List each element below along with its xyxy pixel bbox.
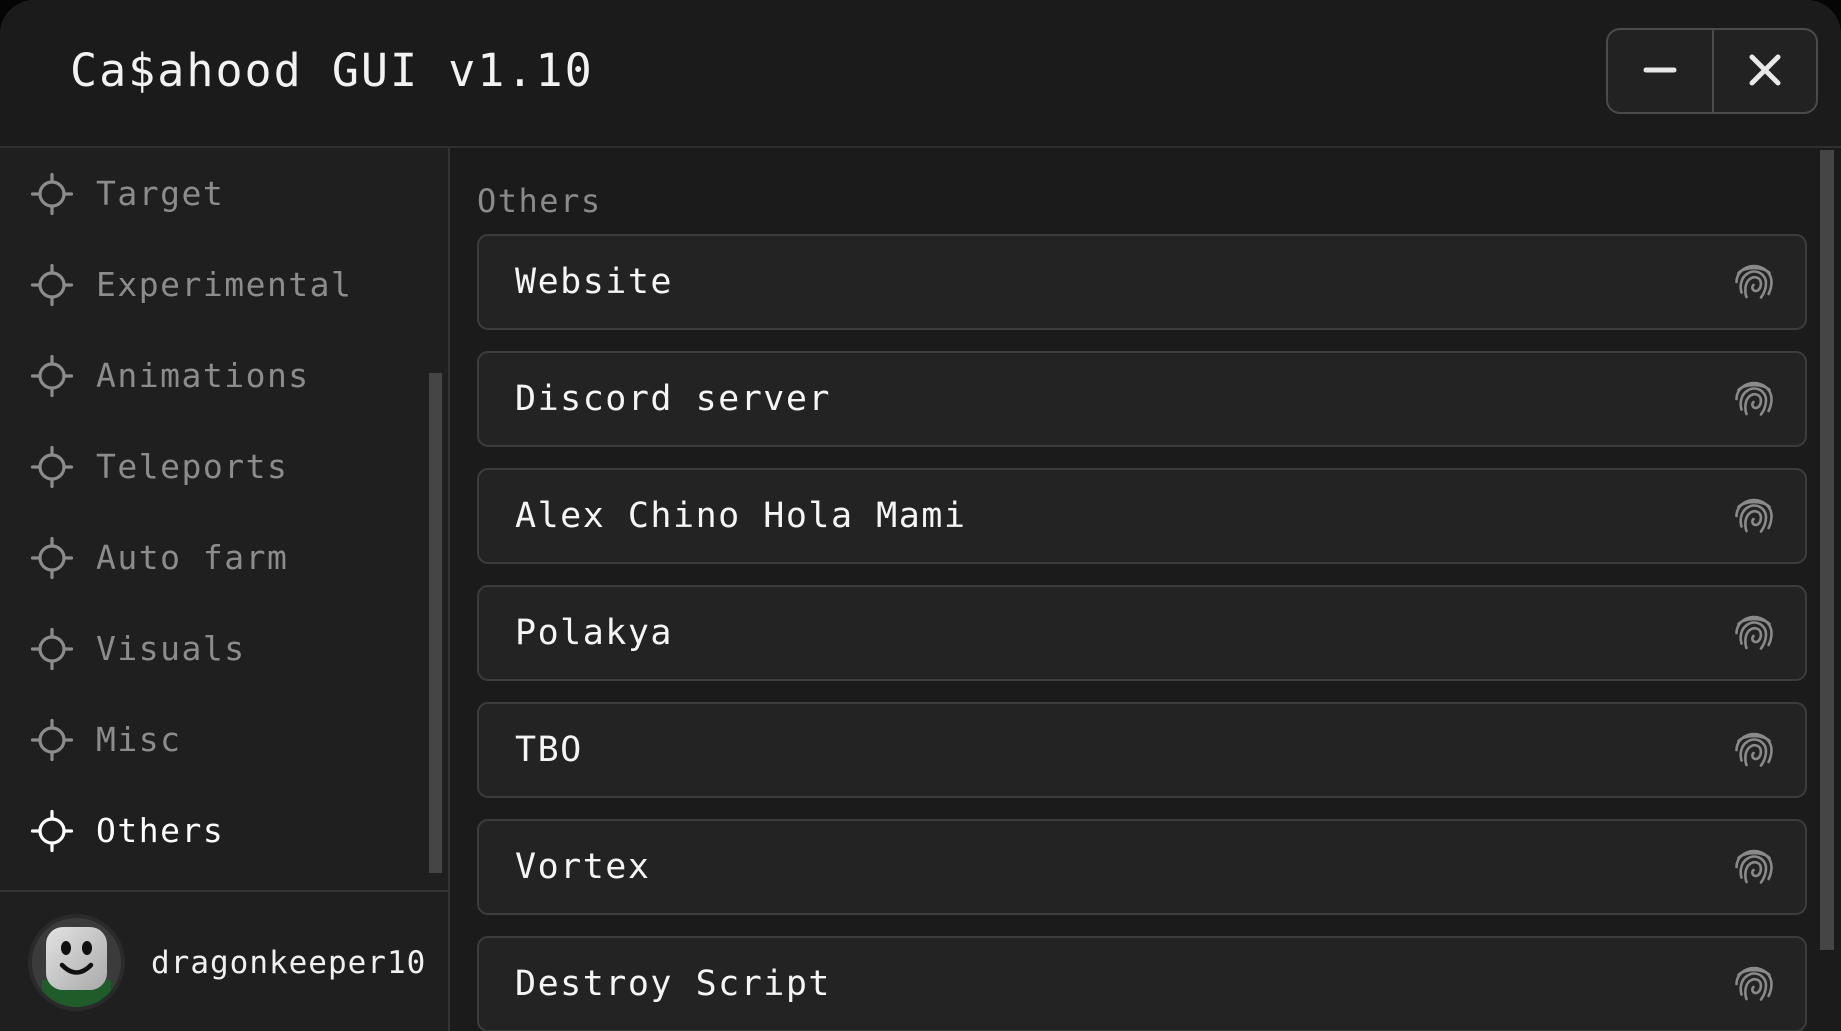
list-item-label: Vortex [515,847,651,887]
list-item-label: TBO [515,730,583,770]
sidebar-item-teleports[interactable]: Teleports [0,421,448,512]
sidebar-item-label: Others [96,811,225,850]
sidebar-item-experimental[interactable]: Experimental [0,239,448,330]
sidebar-item-label: Animations [96,356,310,395]
crosshair-icon [30,263,74,307]
list-item[interactable]: TBO [477,702,1807,798]
crosshair-icon [30,627,74,671]
close-button[interactable] [1712,30,1816,112]
sidebar: Target Experimental Animations Teleports Aut… [0,148,450,1031]
list-item[interactable]: Polakya [477,585,1807,681]
crosshair-icon [30,536,74,580]
profile-username: dragonkeeper10 [151,944,427,981]
list-item[interactable]: Discord server [477,351,1807,447]
list-item[interactable]: Vortex [477,819,1807,915]
content-scrollbar[interactable] [1820,150,1834,950]
list-item-label: Alex Chino Hola Mami [515,496,967,536]
sidebar-item-visuals[interactable]: Visuals [0,603,448,694]
sidebar-item-misc[interactable]: Misc [0,694,448,785]
sidebar-item-label: Experimental [96,265,353,304]
sidebar-item-label: Target [96,174,225,213]
sidebar-item-auto-farm[interactable]: Auto farm [0,512,448,603]
profile-section[interactable]: dragonkeeper10 [0,894,448,1031]
fingerprint-icon[interactable] [1731,493,1777,539]
fingerprint-icon[interactable] [1731,259,1777,305]
sidebar-scrollbar[interactable] [429,373,442,873]
crosshair-icon [30,445,74,489]
close-icon [1739,44,1791,99]
crosshair-icon [30,354,74,398]
sidebar-item-target[interactable]: Target [0,148,448,239]
sidebar-item-others[interactable]: Others [0,785,448,876]
crosshair-icon [30,809,74,853]
sidebar-nav-list: Target Experimental Animations Teleports Aut… [0,148,448,892]
sidebar-item-label: Misc [96,720,182,759]
sidebar-item-label: Teleports [96,447,289,486]
list-item[interactable]: Alex Chino Hola Mami [477,468,1807,564]
fingerprint-icon[interactable] [1731,844,1777,890]
minimize-button[interactable] [1608,30,1712,112]
list-item-label: Website [515,262,674,302]
crosshair-icon [30,172,74,216]
fingerprint-icon[interactable] [1731,610,1777,656]
content-pane: Others Website Discord server Alex Chino H… [452,150,1841,1031]
list-item[interactable]: Destroy Script [477,936,1807,1031]
title-bar[interactable]: Ca$ahood GUI v1.10 [0,0,1841,148]
list-item-label: Discord server [515,379,832,419]
sidebar-item-label: Auto farm [96,538,289,577]
app-window: Ca$ahood GUI v1.10 Target Experimental A… [0,0,1841,1031]
list-item[interactable]: Website [477,234,1807,330]
fingerprint-icon[interactable] [1731,727,1777,773]
list-item-label: Polakya [515,613,674,653]
list-item-label: Destroy Script [515,964,832,1004]
fingerprint-icon[interactable] [1731,961,1777,1007]
fingerprint-icon[interactable] [1731,376,1777,422]
crosshair-icon [30,718,74,762]
sidebar-item-animations[interactable]: Animations [0,330,448,421]
sidebar-item-label: Visuals [96,629,246,668]
window-controls [1606,28,1818,114]
section-title: Others [477,182,602,220]
minimize-icon [1634,44,1686,99]
app-title: Ca$ahood GUI v1.10 [70,44,594,97]
roblox-avatar-icon [28,914,125,1011]
others-list: Website Discord server Alex Chino Hola Mam… [477,234,1807,1031]
